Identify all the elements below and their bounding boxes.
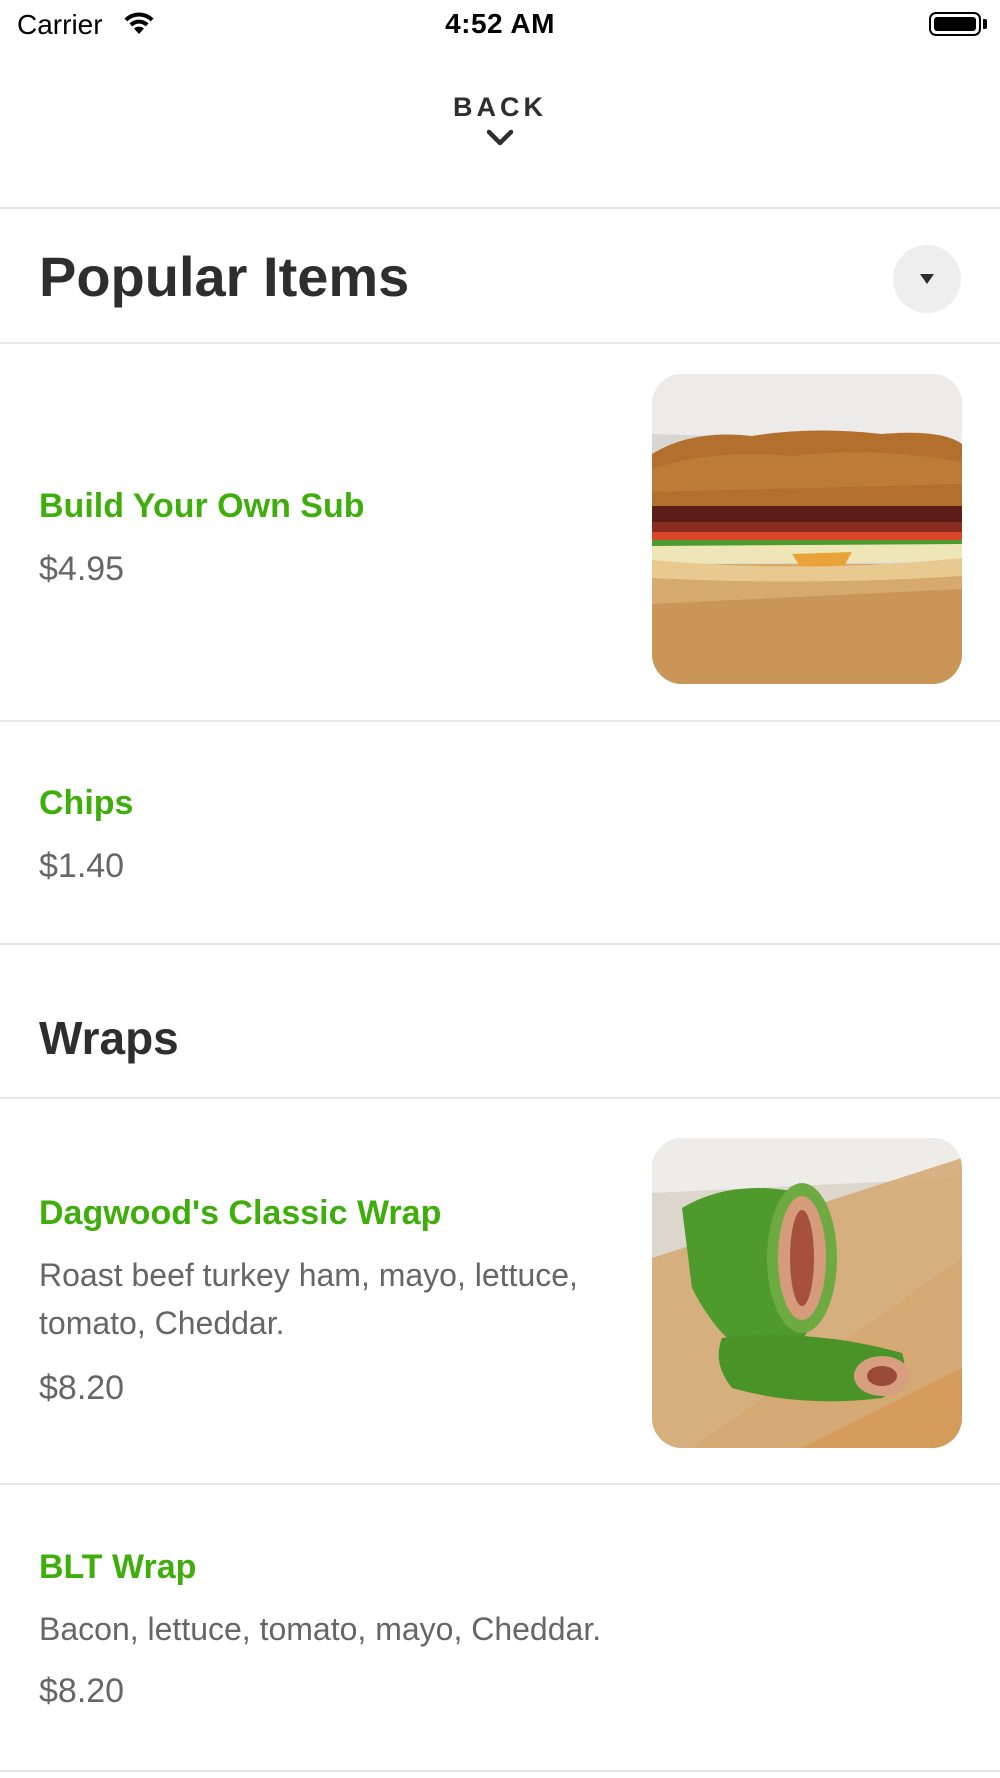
item-description: Bacon, lettuce, tomato, mayo, Cheddar.	[39, 1611, 602, 1647]
menu-item[interactable]: Chips $1.40	[0, 722, 1000, 943]
section-title-wraps: Wraps	[39, 1012, 179, 1064]
menu-item[interactable]: BLT Wrap Bacon, lettuce, tomato, mayo, C…	[0, 1485, 1000, 1775]
divider	[0, 207, 1000, 209]
section-title-popular: Popular Items	[39, 245, 410, 308]
item-description: Roast beef turkey ham, mayo, lettuce, to…	[39, 1257, 578, 1341]
battery-cap	[983, 19, 987, 29]
spinach-wrap-photo	[652, 1138, 962, 1448]
item-price: $4.95	[39, 550, 125, 588]
divider	[0, 943, 1000, 945]
chevron-down-icon	[486, 129, 514, 146]
caret-down-icon	[920, 274, 934, 284]
back-label: BACK	[453, 92, 547, 122]
back-button[interactable]: BACK	[0, 92, 1000, 149]
item-name: Chips	[39, 784, 134, 822]
collapse-section-button[interactable]	[893, 245, 961, 313]
sub-sandwich-photo	[652, 374, 962, 684]
divider	[0, 1770, 1000, 1772]
status-bar: Carrier 4:52 AM	[0, 0, 1000, 50]
item-name: Dagwood's Classic Wrap	[39, 1194, 442, 1232]
item-price: $1.40	[39, 847, 125, 885]
status-time: 4:52 AM	[445, 8, 555, 39]
menu-item[interactable]: Dagwood's Classic Wrap Roast beef turkey…	[0, 1099, 1000, 1483]
battery-icon	[929, 12, 981, 36]
menu-item[interactable]: Build Your Own Sub $4.95	[0, 344, 1000, 720]
item-price: $8.20	[39, 1369, 125, 1407]
item-name: BLT Wrap	[39, 1548, 197, 1586]
item-price: $8.20	[39, 1672, 125, 1710]
item-name: Build Your Own Sub	[39, 487, 365, 525]
